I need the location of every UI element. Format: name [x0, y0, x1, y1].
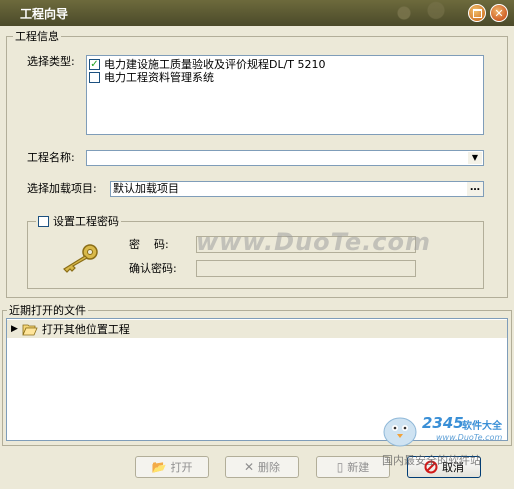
checkbox-checked-icon[interactable]: ✓: [89, 58, 100, 70]
project-name-combo[interactable]: ▼: [86, 150, 484, 166]
key-icon: [63, 244, 98, 273]
checkbox-icon[interactable]: [38, 216, 49, 227]
close-button[interactable]: ✕: [490, 4, 508, 22]
new-document-icon: ▯: [336, 460, 344, 474]
folder-open-icon: [22, 324, 38, 335]
confirm-password-label: 确认密码:: [129, 262, 177, 275]
delete-button-label: 删除: [258, 461, 281, 474]
title-bar: 工程向导 ✕: [0, 0, 514, 26]
folder-open-icon: 📂: [151, 460, 167, 474]
logo-tagline: 国内最安全的软件站: [382, 454, 481, 467]
type-option-archive[interactable]: 电力工程资料管理系统: [89, 70, 214, 84]
row-pointer-icon: ▶: [11, 324, 18, 334]
title-decoration-icon: [380, 0, 460, 26]
recent-item-label: 打开其他位置工程: [41, 323, 130, 336]
list-item[interactable]: ▶ 打开其他位置工程: [7, 320, 507, 338]
delete-button[interactable]: ✕ 删除: [225, 456, 299, 478]
project-name-label: 工程名称:: [27, 151, 75, 164]
open-button-label: 打开: [170, 461, 193, 474]
load-project-label: 选择加载项目:: [27, 182, 97, 195]
open-button[interactable]: 📂 打开: [135, 456, 209, 478]
new-button-label: 新建: [347, 461, 370, 474]
logo-text: 软件大全: [462, 421, 502, 432]
project-info-group-label: 工程信息: [13, 30, 61, 43]
password-toggle-label: 设置工程密码: [53, 215, 119, 228]
type-listbox[interactable]: ✓ 电力建设施工质量验收及评价规程DL/T 5210 电力工程资料管理系统: [86, 55, 484, 135]
maximize-button[interactable]: [468, 4, 486, 22]
confirm-password-input[interactable]: [196, 260, 416, 277]
password-toggle[interactable]: 设置工程密码: [36, 215, 121, 228]
type-option-label: 电力工程资料管理系统: [104, 71, 214, 84]
checkbox-icon[interactable]: [89, 71, 100, 83]
site-logo: 2345 软件大全 www.DuoTe.com: [380, 412, 510, 452]
password-label: 密 码:: [129, 238, 169, 251]
new-button[interactable]: ▯ 新建: [316, 456, 390, 478]
watermark-text: www.DuoTe.com: [196, 228, 431, 256]
logo-url: www.DuoTe.com: [436, 433, 503, 442]
recent-files-group-label: 近期打开的文件: [7, 304, 88, 317]
close-icon: ✕: [494, 6, 504, 20]
delete-x-icon: ✕: [243, 460, 255, 474]
browse-button[interactable]: …: [467, 182, 483, 196]
logo-number: 2345: [422, 414, 464, 432]
bird-logo-icon: [383, 417, 417, 447]
load-project-value: 默认加载项目: [113, 182, 179, 195]
chevron-down-icon[interactable]: ▼: [468, 152, 482, 164]
type-label: 选择类型:: [27, 55, 75, 68]
load-project-field[interactable]: 默认加载项目 …: [110, 181, 484, 197]
window-title: 工程向导: [20, 7, 69, 21]
maximize-icon: [472, 8, 482, 18]
